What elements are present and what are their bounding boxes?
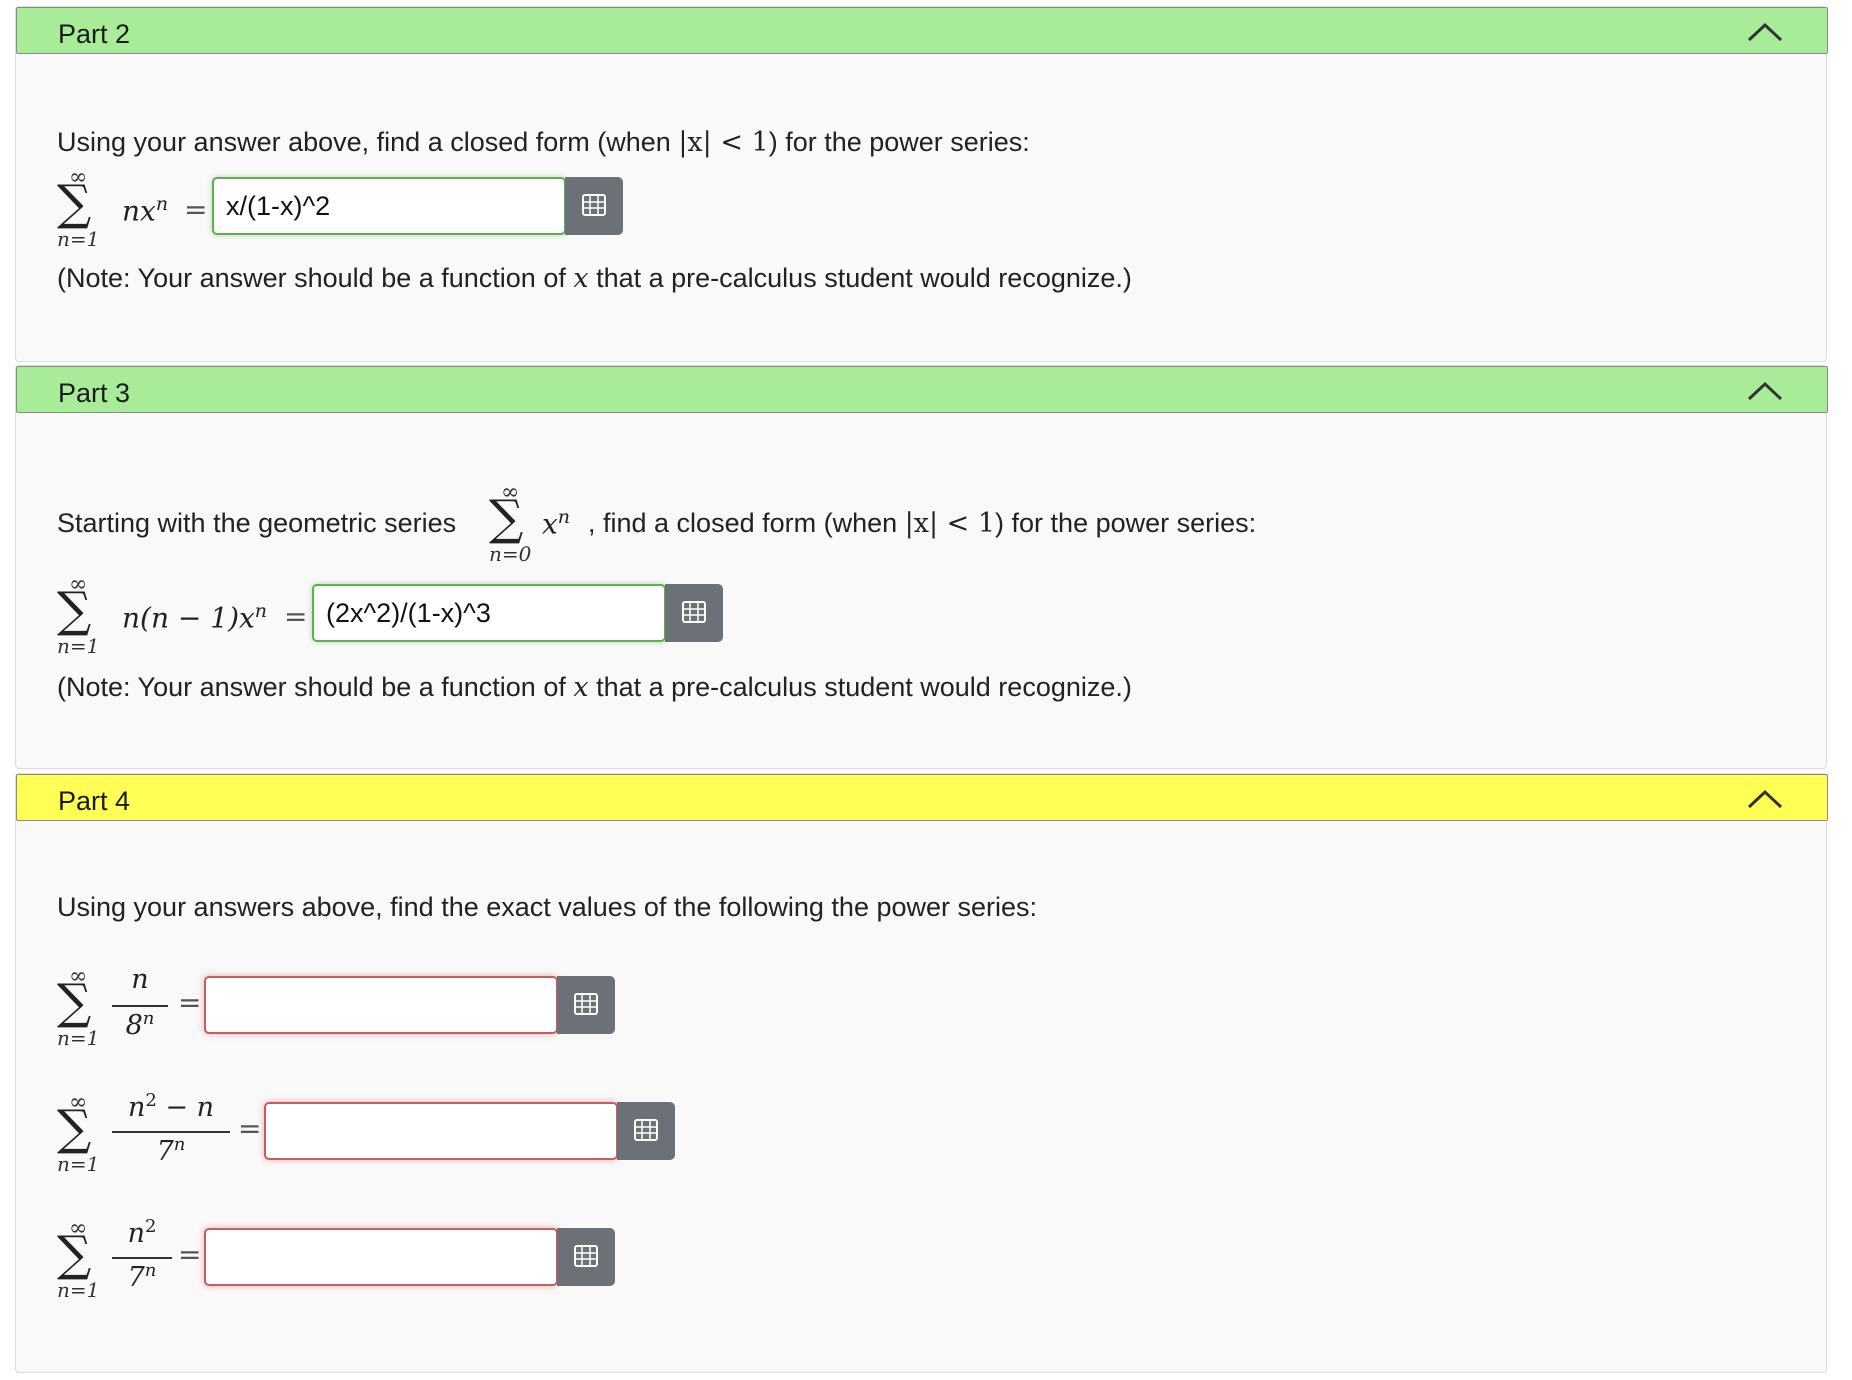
part-2-note: (Note: Your answer should be a function …	[57, 263, 1132, 294]
equation-editor-button[interactable]	[665, 584, 723, 642]
equals-sign: =	[284, 600, 308, 633]
answer-input-part-3[interactable]: (2x^2)/(1-x)^3	[312, 584, 666, 642]
equation-editor-button[interactable]	[617, 1102, 675, 1160]
part-4-instructions: Using your answers above, find the exact…	[57, 892, 1038, 922]
series-1-fraction: n 8n	[112, 964, 168, 1044]
series-term: n(n − 1)xn	[122, 600, 268, 635]
part-2-header[interactable]: Part 2	[16, 7, 1828, 54]
chevron-up-icon[interactable]	[1745, 787, 1785, 811]
abs-x-condition: |x| < 1	[904, 508, 996, 539]
sum-symbol: ∞ ∑ n=1	[57, 165, 100, 251]
part-3-panel: Part 3 Starting with the geometric serie…	[15, 365, 1828, 769]
part-2-title: Part 2	[58, 19, 131, 49]
answer-input-part-2[interactable]: x/(1-x)^2	[212, 177, 566, 235]
equation-editor-button[interactable]	[557, 976, 615, 1034]
equation-editor-icon	[682, 601, 706, 623]
part-3-header[interactable]: Part 3	[16, 366, 1828, 413]
sum-symbol: ∞ ∑ n=1	[57, 1090, 100, 1176]
geometric-term: xn	[542, 506, 571, 541]
abs-x-condition: |x| < 1	[678, 127, 769, 158]
equation-editor-icon	[574, 993, 598, 1015]
part-4-title: Part 4	[58, 786, 131, 816]
sum-symbol: ∞ ∑ n=1	[57, 1216, 100, 1302]
chevron-up-icon[interactable]	[1745, 379, 1785, 403]
series-term: nxn	[122, 193, 169, 228]
equation-editor-button[interactable]	[557, 1228, 615, 1286]
equation-editor-icon	[574, 1245, 598, 1267]
part-4-header[interactable]: Part 4	[16, 774, 1828, 821]
series-3-fraction: n2 7n	[112, 1216, 172, 1296]
part-3-note: (Note: Your answer should be a function …	[57, 672, 1132, 703]
part-3-instructions-b: , find a closed form (when |x| < 1) for …	[588, 508, 1257, 539]
answer-input-series-3[interactable]	[204, 1228, 558, 1286]
equals-sign: =	[238, 1112, 262, 1145]
part-4-panel: Part 4 Using your answers above, find th…	[15, 773, 1828, 1373]
equation-editor-button[interactable]	[565, 177, 623, 235]
geometric-sum-symbol: ∞ ∑ n=0	[489, 480, 532, 566]
part-3-title: Part 3	[58, 378, 131, 408]
series-2-fraction: n2 − n 7n	[112, 1090, 230, 1170]
part-2-panel: Part 2 Using your answer above, find a c…	[15, 6, 1828, 362]
sum-symbol: ∞ ∑ n=1	[57, 964, 100, 1050]
answer-input-series-2[interactable]	[264, 1102, 618, 1160]
part-3-instructions-a: Starting with the geometric series	[57, 508, 457, 538]
equals-sign: =	[178, 1238, 202, 1271]
part-2-instructions: Using your answer above, find a closed f…	[57, 127, 1030, 158]
answer-input-series-1[interactable]	[204, 976, 558, 1034]
equation-editor-icon	[634, 1119, 658, 1141]
equals-sign: =	[178, 986, 202, 1019]
equation-editor-icon	[582, 194, 606, 216]
sum-symbol: ∞ ∑ n=1	[57, 572, 100, 658]
equals-sign: =	[184, 193, 208, 226]
chevron-up-icon[interactable]	[1745, 20, 1785, 44]
